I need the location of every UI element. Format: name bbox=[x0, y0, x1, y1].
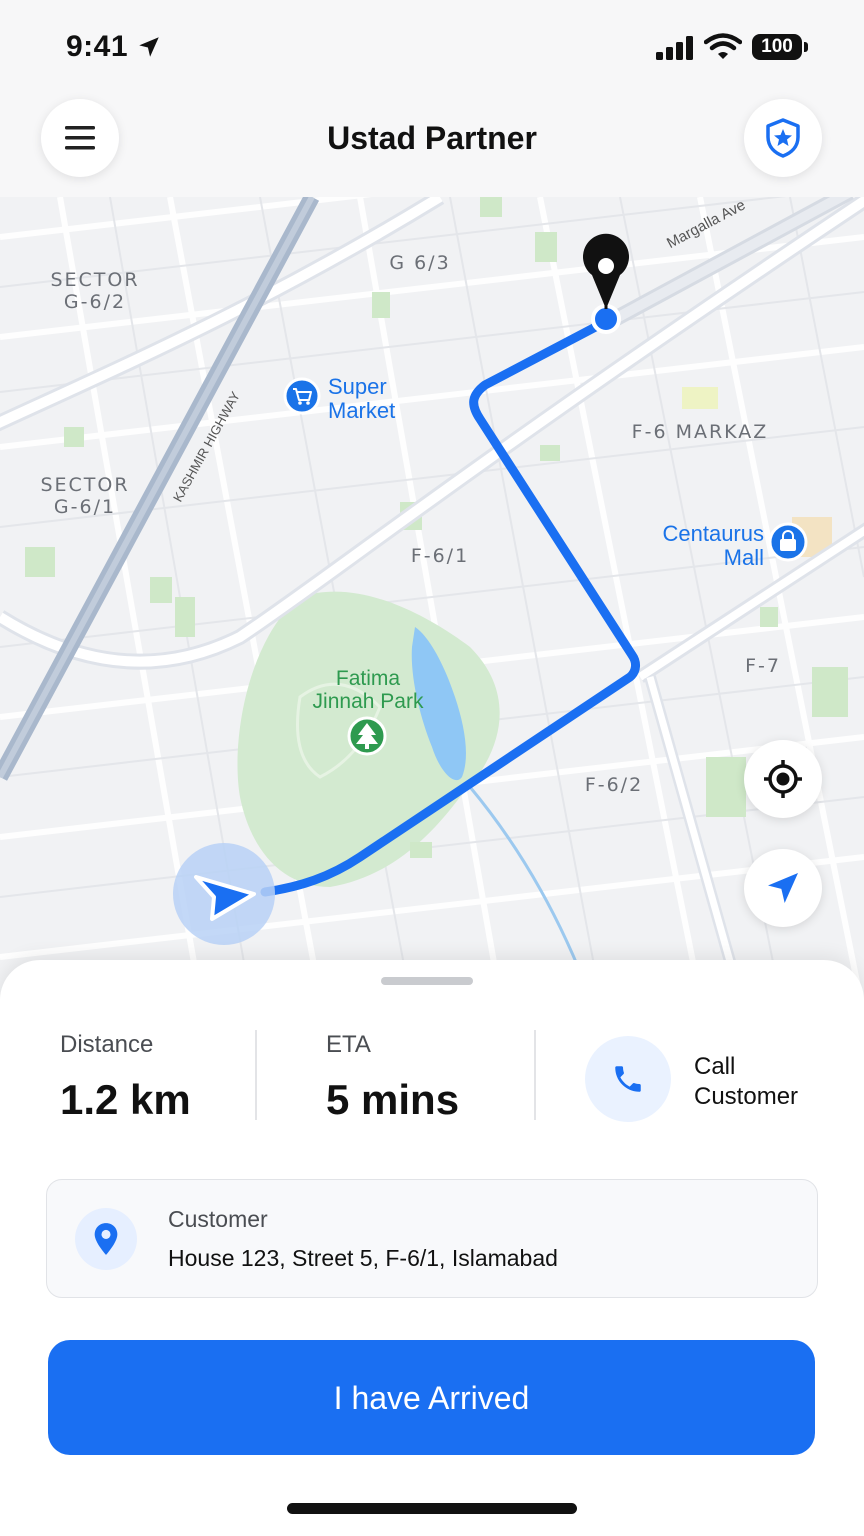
location-pin-badge bbox=[75, 1208, 137, 1270]
map-label-g63: G 6/3 bbox=[389, 252, 451, 274]
page-title: Ustad Partner bbox=[327, 120, 537, 156]
park-tree-icon[interactable] bbox=[347, 716, 387, 756]
sheet-drag-handle[interactable] bbox=[381, 977, 473, 985]
eta-value: 5 mins bbox=[326, 1076, 460, 1123]
map-label-f62: F-6/2 bbox=[584, 774, 644, 796]
phone-icon bbox=[615, 1066, 641, 1092]
customer-address-card[interactable]: Customer House 123, Street 5, F-6/1, Isl… bbox=[46, 1179, 818, 1298]
status-time: 9:41 bbox=[66, 30, 129, 63]
poi-label-super-market[interactable]: Super Market bbox=[328, 375, 395, 423]
app-header: Ustad Partner bbox=[0, 90, 864, 198]
status-bar: 9:41 100 bbox=[0, 0, 864, 90]
safety-button[interactable] bbox=[744, 99, 822, 177]
driver-navigation-screen: 9:41 100 Ustad Partner SECTOR G-6/2 G 6/… bbox=[0, 0, 864, 1536]
destination-pin-icon[interactable] bbox=[583, 233, 629, 309]
distance-label: Distance bbox=[60, 1031, 154, 1058]
recenter-button[interactable] bbox=[744, 740, 822, 818]
cellular-signal-icon bbox=[656, 36, 693, 60]
shield-icon bbox=[766, 118, 800, 158]
map-label-f7: F-7 bbox=[745, 655, 781, 677]
call-customer-label[interactable]: Call Customer bbox=[694, 1052, 844, 1112]
stats-divider bbox=[534, 1030, 536, 1120]
poi-label-centaurus-mall[interactable]: Centaurus Mall bbox=[640, 522, 764, 570]
shopping-cart-icon[interactable] bbox=[283, 377, 321, 415]
crosshair-icon bbox=[764, 760, 802, 798]
customer-label: Customer bbox=[168, 1206, 268, 1232]
eta-label: ETA bbox=[326, 1031, 371, 1058]
location-services-icon bbox=[139, 37, 159, 57]
navigation-arrow-icon bbox=[768, 873, 798, 903]
distance-value: 1.2 km bbox=[60, 1076, 191, 1123]
stats-divider bbox=[255, 1030, 257, 1120]
trip-bottom-sheet: Distance 1.2 km ETA 5 mins Call Customer… bbox=[0, 960, 864, 1536]
map-label-f61: F-6/1 bbox=[410, 545, 470, 567]
map-label-sector-g62: SECTOR G-6/2 bbox=[50, 269, 140, 313]
destination-dot bbox=[591, 304, 621, 334]
call-customer-button[interactable] bbox=[585, 1036, 671, 1122]
navigate-button[interactable] bbox=[744, 849, 822, 927]
navigation-map[interactable]: SECTOR G-6/2 G 6/3 SECTOR G-6/1 F-6 MARK… bbox=[0, 197, 864, 997]
battery-level: 100 bbox=[752, 34, 802, 60]
battery-icon: 100 bbox=[752, 34, 810, 62]
map-label-f6-markaz: F-6 MARKAZ bbox=[631, 421, 769, 443]
home-indicator[interactable] bbox=[287, 1503, 577, 1514]
poi-label-fatima-jinnah-park[interactable]: Fatima Jinnah Park bbox=[300, 667, 436, 713]
location-pin-icon bbox=[94, 1223, 118, 1255]
map-canvas[interactable] bbox=[0, 197, 864, 997]
map-label-sector-g61: SECTOR G-6/1 bbox=[40, 474, 130, 518]
customer-address: House 123, Street 5, F-6/1, Islamabad bbox=[168, 1245, 558, 1271]
arrived-button[interactable]: I have Arrived bbox=[48, 1340, 815, 1455]
shopping-bag-icon[interactable] bbox=[768, 522, 808, 562]
wifi-icon bbox=[704, 33, 742, 59]
